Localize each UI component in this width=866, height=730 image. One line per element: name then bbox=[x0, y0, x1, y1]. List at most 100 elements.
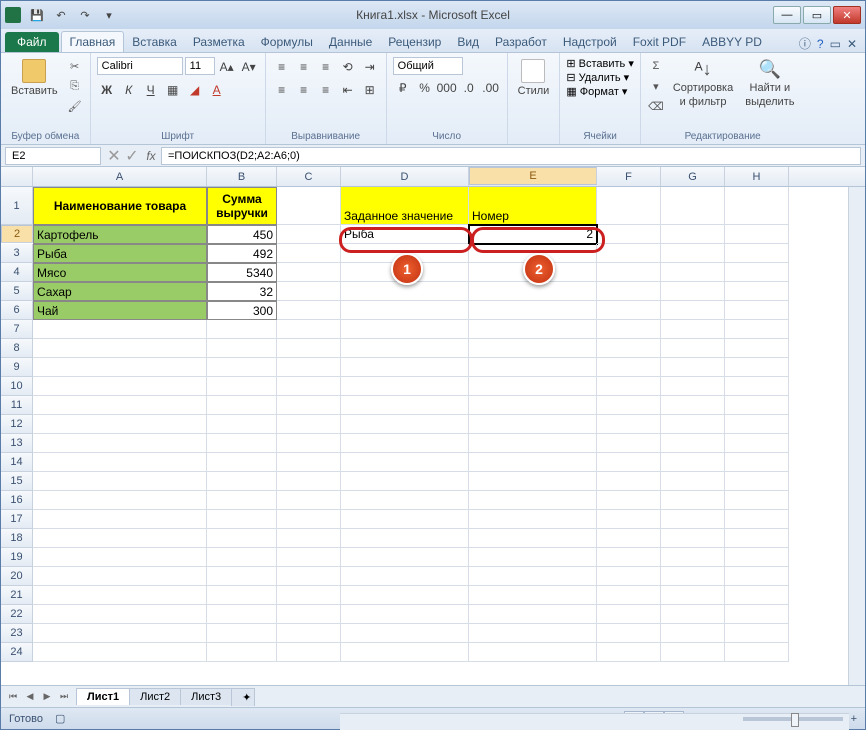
cell-A16[interactable] bbox=[33, 491, 207, 510]
row-header-10[interactable]: 10 bbox=[1, 377, 33, 396]
cell-E8[interactable] bbox=[469, 339, 597, 358]
tab-layout[interactable]: Разметка bbox=[185, 32, 253, 52]
cell-B12[interactable] bbox=[207, 415, 277, 434]
cell-B13[interactable] bbox=[207, 434, 277, 453]
row-header-1[interactable]: 1 bbox=[1, 187, 33, 225]
cell-H3[interactable] bbox=[725, 244, 789, 263]
cell-A13[interactable] bbox=[33, 434, 207, 453]
cell-D15[interactable] bbox=[341, 472, 469, 491]
cell-G3[interactable] bbox=[661, 244, 725, 263]
cell-D7[interactable] bbox=[341, 320, 469, 339]
cell-F17[interactable] bbox=[597, 510, 661, 529]
cell-B22[interactable] bbox=[207, 605, 277, 624]
cell-F24[interactable] bbox=[597, 643, 661, 662]
cell-C17[interactable] bbox=[277, 510, 341, 529]
cell-G5[interactable] bbox=[661, 282, 725, 301]
cell-C24[interactable] bbox=[277, 643, 341, 662]
cell-A15[interactable] bbox=[33, 472, 207, 491]
cell-F21[interactable] bbox=[597, 586, 661, 605]
cell-D11[interactable] bbox=[341, 396, 469, 415]
orientation-icon[interactable]: ⟲ bbox=[338, 57, 358, 77]
row-header-22[interactable]: 22 bbox=[1, 605, 33, 624]
cell-A11[interactable] bbox=[33, 396, 207, 415]
qat-dropdown-icon[interactable]: ▾ bbox=[99, 5, 119, 25]
cell-D21[interactable] bbox=[341, 586, 469, 605]
number-format-select[interactable]: Общий bbox=[393, 57, 463, 75]
align-left-icon[interactable]: ≡ bbox=[272, 80, 292, 100]
font-name-select[interactable]: Calibri bbox=[97, 57, 183, 75]
tab-file[interactable]: Файл bbox=[5, 32, 59, 52]
cell-A8[interactable] bbox=[33, 339, 207, 358]
col-header-B[interactable]: B bbox=[207, 167, 277, 186]
font-size-select[interactable]: 11 bbox=[185, 57, 215, 75]
cell-B18[interactable] bbox=[207, 529, 277, 548]
cell-A14[interactable] bbox=[33, 453, 207, 472]
cell-A4[interactable]: Мясо bbox=[33, 263, 207, 282]
cell-A23[interactable] bbox=[33, 624, 207, 643]
cell-H24[interactable] bbox=[725, 643, 789, 662]
grid-body[interactable]: 1 Наименование товара Сумма выручки Зада… bbox=[1, 187, 865, 685]
cell-E13[interactable] bbox=[469, 434, 597, 453]
cell-H14[interactable] bbox=[725, 453, 789, 472]
cell-A17[interactable] bbox=[33, 510, 207, 529]
cell-D12[interactable] bbox=[341, 415, 469, 434]
cell-B21[interactable] bbox=[207, 586, 277, 605]
cell-F4[interactable] bbox=[597, 263, 661, 282]
cell-D8[interactable] bbox=[341, 339, 469, 358]
row-header-18[interactable]: 18 bbox=[1, 529, 33, 548]
row-header-3[interactable]: 3 bbox=[1, 244, 33, 263]
row-header-9[interactable]: 9 bbox=[1, 358, 33, 377]
cell-B14[interactable] bbox=[207, 453, 277, 472]
cell-F11[interactable] bbox=[597, 396, 661, 415]
col-header-F[interactable]: F bbox=[597, 167, 661, 186]
cell-C10[interactable] bbox=[277, 377, 341, 396]
cell-D14[interactable] bbox=[341, 453, 469, 472]
cell-D19[interactable] bbox=[341, 548, 469, 567]
format-cells-button[interactable]: ▦ Формат ▾ bbox=[566, 85, 627, 98]
row-header-23[interactable]: 23 bbox=[1, 624, 33, 643]
cell-C9[interactable] bbox=[277, 358, 341, 377]
cell-E5[interactable] bbox=[469, 282, 597, 301]
bold-button[interactable]: Ж bbox=[97, 80, 117, 100]
cell-C18[interactable] bbox=[277, 529, 341, 548]
insert-cells-button[interactable]: ⊞ Вставить ▾ bbox=[566, 57, 634, 70]
cell-A12[interactable] bbox=[33, 415, 207, 434]
percent-icon[interactable]: % bbox=[415, 78, 435, 98]
cell-E3[interactable] bbox=[469, 244, 597, 263]
cell-C14[interactable] bbox=[277, 453, 341, 472]
cell-B6[interactable]: 300 bbox=[207, 301, 277, 320]
cell-F5[interactable] bbox=[597, 282, 661, 301]
cell-E10[interactable] bbox=[469, 377, 597, 396]
cell-G9[interactable] bbox=[661, 358, 725, 377]
cell-A22[interactable] bbox=[33, 605, 207, 624]
cell-A21[interactable] bbox=[33, 586, 207, 605]
wrap-text-icon[interactable]: ⇥ bbox=[360, 57, 380, 77]
shrink-font-icon[interactable]: A▾ bbox=[239, 57, 259, 77]
cell-B1[interactable]: Сумма выручки bbox=[207, 187, 277, 225]
cut-icon[interactable]: ✂ bbox=[66, 57, 84, 75]
cell-G2[interactable] bbox=[661, 225, 725, 244]
cell-E15[interactable] bbox=[469, 472, 597, 491]
cell-E6[interactable] bbox=[469, 301, 597, 320]
zoom-slider[interactable] bbox=[743, 717, 843, 721]
row-header-8[interactable]: 8 bbox=[1, 339, 33, 358]
dec-decimal-icon[interactable]: .00 bbox=[481, 78, 501, 98]
cell-A20[interactable] bbox=[33, 567, 207, 586]
cell-F3[interactable] bbox=[597, 244, 661, 263]
row-header-4[interactable]: 4 bbox=[1, 263, 33, 282]
grow-font-icon[interactable]: A▴ bbox=[217, 57, 237, 77]
cell-D9[interactable] bbox=[341, 358, 469, 377]
cell-H1[interactable] bbox=[725, 187, 789, 225]
cell-B9[interactable] bbox=[207, 358, 277, 377]
save-icon[interactable]: 💾 bbox=[27, 5, 47, 25]
cell-H17[interactable] bbox=[725, 510, 789, 529]
row-header-13[interactable]: 13 bbox=[1, 434, 33, 453]
cell-H12[interactable] bbox=[725, 415, 789, 434]
align-center-icon[interactable]: ≡ bbox=[294, 80, 314, 100]
cell-C3[interactable] bbox=[277, 244, 341, 263]
cell-D17[interactable] bbox=[341, 510, 469, 529]
cell-C20[interactable] bbox=[277, 567, 341, 586]
cell-D20[interactable] bbox=[341, 567, 469, 586]
cell-B5[interactable]: 32 bbox=[207, 282, 277, 301]
delete-cells-button[interactable]: ⊟ Удалить ▾ bbox=[566, 71, 629, 84]
